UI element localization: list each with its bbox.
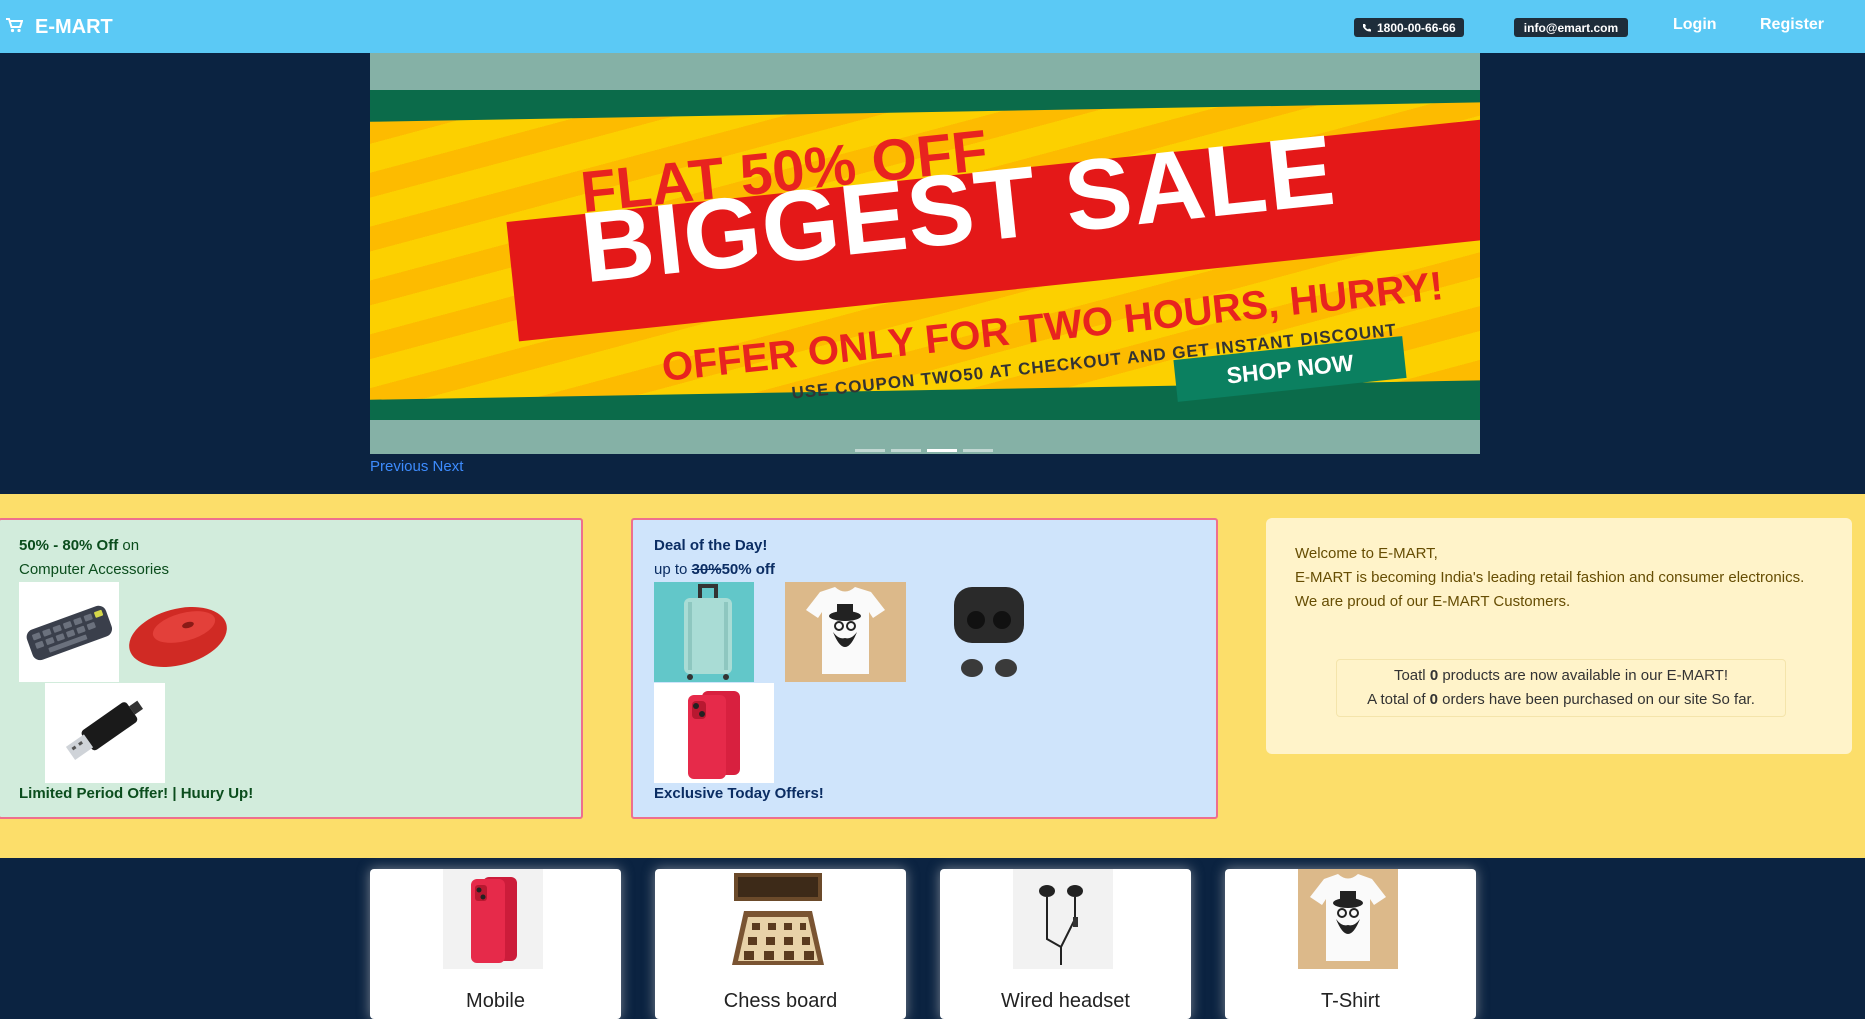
stats-box: Toatl 0 products are now available in ou… (1336, 659, 1786, 717)
category-label: Computer Accessories (19, 561, 170, 578)
register-link[interactable]: Register (1760, 16, 1824, 34)
mouse-image (126, 595, 232, 675)
deal-discount-line: up to 30%50% off (654, 561, 775, 578)
orders-count-line: A total of 0 orders have been purchased … (1337, 688, 1785, 712)
chess-board-image (728, 869, 828, 969)
phone-number: 1800-00-66-66 (1377, 20, 1456, 35)
carousel-previous-button[interactable]: Previous (370, 458, 428, 475)
limited-offer-text: Limited Period Offer! | Huury Up! (19, 785, 254, 802)
discount-range: 50% - 80% Off (19, 537, 119, 554)
email-address: info@emart.com (1523, 20, 1619, 35)
old-discount: 30% (691, 561, 722, 578)
offer-on-label: on (122, 537, 140, 554)
email-badge: info@emart.com (1514, 18, 1628, 37)
new-discount: 50% off (721, 561, 775, 578)
login-link[interactable]: Login (1673, 16, 1717, 34)
product-card[interactable]: Mobile (370, 869, 621, 1019)
accessories-offer-headline: 50% - 80% Off on (19, 537, 139, 554)
stat-text: products are now available in our E-MART… (1442, 667, 1729, 684)
carousel-controls: Previous Next (370, 458, 463, 475)
product-name: Wired headset (1001, 990, 1130, 1012)
carousel-next-button[interactable]: Next (433, 458, 464, 475)
wired-headset-image (1013, 869, 1113, 969)
suitcase-image (654, 582, 754, 682)
product-name: Chess board (723, 990, 838, 1012)
brand-link[interactable]: E-MART (6, 14, 113, 40)
stat-text: Toatl (1393, 667, 1426, 684)
deal-of-day-card[interactable]: Deal of the Day! up to 30%50% off Exclus… (631, 518, 1218, 819)
products-count-line: Toatl 0 products are now available in ou… (1337, 664, 1785, 688)
accessories-offer-card[interactable]: 50% - 80% Off on Computer Accessories Li… (0, 518, 583, 819)
keyboard-image (19, 582, 119, 682)
welcome-line: Welcome to E-MART, (1295, 545, 1438, 562)
product-card[interactable]: Wired headset (940, 869, 1191, 1019)
product-card[interactable]: Chess board (655, 869, 906, 1019)
product-card[interactable]: T-Shirt (1225, 869, 1476, 1019)
tshirt-image (785, 582, 906, 682)
orders-count: 0 (1429, 691, 1438, 708)
phone-icon (1362, 21, 1377, 35)
usb-drive-image (45, 683, 165, 783)
tshirt-image (1298, 869, 1398, 969)
up-to-label: up to (654, 561, 688, 578)
cart-icon (6, 16, 35, 39)
phone-image (654, 683, 774, 783)
products-count: 0 (1429, 667, 1439, 684)
carousel-indicator[interactable] (963, 449, 993, 452)
hero-carousel: FLAT 50% OFF BIGGEST SALE OFFER ONLY FOR… (370, 53, 1480, 454)
carousel-indicator[interactable] (855, 449, 885, 452)
carousel-indicator[interactable] (891, 449, 921, 452)
welcome-line: E-MART is becoming India's leading retai… (1295, 569, 1805, 586)
exclusive-offer-text: Exclusive Today Offers! (654, 785, 824, 802)
stat-text: A total of (1367, 691, 1426, 708)
sale-banner-slide[interactable]: FLAT 50% OFF BIGGEST SALE OFFER ONLY FOR… (370, 90, 1480, 420)
mobile-image (443, 869, 543, 969)
carousel-indicator-active[interactable] (927, 449, 957, 452)
stat-text: orders have been purchased on our site S… (1442, 691, 1755, 708)
product-name: T-Shirt (1321, 990, 1380, 1012)
welcome-message: Welcome to E-MART, E-MART is becoming In… (1295, 542, 1815, 614)
welcome-card: Welcome to E-MART, E-MART is becoming In… (1266, 518, 1852, 754)
welcome-line: We are proud of our E-MART Customers. (1295, 593, 1571, 610)
earbuds-image (936, 582, 1036, 682)
brand-name: E-MART (35, 15, 113, 38)
carousel-indicators (855, 449, 993, 452)
phone-badge: 1800-00-66-66 (1354, 18, 1464, 37)
deal-title: Deal of the Day! (654, 537, 768, 554)
product-name: Mobile (466, 990, 525, 1012)
top-navbar: E-MART 1800-00-66-66 info@emart.com Logi… (0, 0, 1865, 53)
